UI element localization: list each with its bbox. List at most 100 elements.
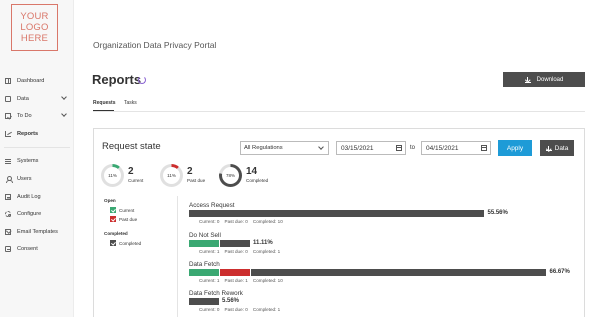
- bar-caption: Current: 0 Past due: 0 Completed: 10: [199, 219, 283, 224]
- user-icon: [5, 176, 13, 183]
- data-export-button[interactable]: Data: [540, 140, 574, 156]
- grid-icon: [5, 78, 11, 84]
- data-export-label: Data: [554, 144, 569, 152]
- completed-count-label: Completed: [246, 178, 269, 183]
- legend-divider: [177, 196, 178, 317]
- current-percent-label: 11%: [108, 173, 117, 178]
- sidebar-item-label: Email Templates: [17, 229, 58, 235]
- sidebar-item-users[interactable]: Users: [0, 171, 74, 187]
- sidebar-item-label: Dashboard: [17, 78, 45, 84]
- tab-divider: [93, 111, 585, 112]
- sidebar-item-todo[interactable]: To Do: [0, 108, 74, 124]
- page-title: Reports: [92, 72, 142, 87]
- bar-category-label: Access Request: [189, 202, 235, 209]
- bar-segment-completed[interactable]: [189, 298, 219, 305]
- legend-past-due-label: Past due: [119, 216, 138, 222]
- sidebar-item-label: Audit Log: [17, 194, 41, 200]
- sidebar-item-label: Users: [17, 176, 32, 182]
- bar-segment-completed[interactable]: [189, 210, 484, 217]
- checkbox-icon: [5, 113, 11, 119]
- past-due-count: 2: [187, 166, 193, 177]
- portal-title: Organization Data Privacy Portal: [93, 40, 217, 50]
- regulation-select-value: All Regulations: [244, 145, 283, 151]
- tab-tasks[interactable]: Tasks: [124, 100, 137, 106]
- legend-current[interactable]: Current: [110, 207, 134, 213]
- bar-caption: Current: 0 Past due: 0 Completed: 1: [199, 307, 281, 312]
- completed-percent-ring: 78%: [219, 164, 242, 187]
- bar-percent-label: 55.56%: [487, 209, 508, 216]
- tab-requests[interactable]: Requests: [93, 100, 116, 106]
- sidebar-item-email-templates[interactable]: Email Templates: [0, 224, 74, 240]
- bars-icon: [5, 158, 11, 164]
- download-icon: [524, 76, 531, 83]
- refresh-icon[interactable]: [138, 76, 146, 84]
- date-to-value: 04/15/2021: [426, 144, 459, 152]
- legend-past-due[interactable]: Past due: [110, 216, 137, 222]
- bar-percent-label: 5.56%: [222, 297, 240, 304]
- sidebar-item-reports[interactable]: Reports: [0, 126, 74, 142]
- legend-open-heading: Open: [104, 198, 116, 203]
- current-count: 2: [128, 166, 134, 177]
- legend-completed-heading: Completed: [104, 231, 128, 236]
- logo-line-2: LOGO: [20, 22, 49, 33]
- sidebar-item-label: To Do: [17, 113, 32, 119]
- doc-icon: [5, 96, 11, 102]
- bar-caption: Current: 1 Past due: 1 Completed: 10: [199, 278, 283, 283]
- chevron-down-icon: [61, 94, 67, 100]
- date-range-to-label: to: [410, 145, 416, 151]
- sidebar-item-data[interactable]: Data: [0, 91, 74, 107]
- sidebar-item-dashboard[interactable]: Dashboard: [0, 73, 74, 89]
- checkbox-checked-icon: [110, 216, 116, 222]
- bar-percent-label: 11.11%: [253, 239, 273, 246]
- sidebar-item-audit-log[interactable]: Audit Log: [0, 189, 74, 205]
- request-state-panel: [93, 128, 585, 317]
- date-from-input[interactable]: 03/15/2021: [336, 141, 406, 155]
- mail-icon: [5, 229, 11, 235]
- bar-segment-current[interactable]: [189, 269, 219, 276]
- chevron-down-icon: [61, 111, 67, 117]
- sidebar-item-label: Configure: [17, 211, 42, 217]
- download-button[interactable]: Download: [503, 72, 585, 87]
- current-percent-ring: 11%: [101, 164, 124, 187]
- completed-percent-label: 78%: [225, 173, 235, 178]
- sidebar-item-consent[interactable]: Consent: [0, 241, 74, 257]
- bar-segment-current[interactable]: [189, 240, 219, 247]
- consent-icon: [5, 246, 11, 252]
- calendar-icon[interactable]: [481, 145, 487, 151]
- bar-segment-past-due[interactable]: [220, 269, 250, 276]
- chart-icon: [5, 131, 11, 137]
- legend-completed-label: Completed: [119, 240, 142, 246]
- date-from-value: 03/15/2021: [341, 144, 374, 152]
- bar-caption: Current: 1 Past due: 0 Completed: 1: [199, 249, 281, 254]
- sidebar-item-label: Reports: [17, 131, 39, 137]
- bar-segment-completed[interactable]: [251, 269, 546, 276]
- sidebar-item-label: Consent: [17, 246, 38, 252]
- sidebar-item-systems[interactable]: Systems: [0, 153, 74, 169]
- logo-line-3: HERE: [20, 33, 49, 44]
- sidebar: YOUR LOGO HERE Dashboard Data To Do Repo…: [0, 0, 74, 317]
- bar-category-label: Do Not Sell: [189, 232, 221, 239]
- sidebar-divider: [4, 147, 70, 148]
- legend-current-label: Current: [119, 207, 135, 213]
- bar-segment-completed[interactable]: [220, 240, 250, 247]
- sidebar-item-label: Systems: [17, 158, 39, 164]
- bar-category-label: Data Fetch Rework: [189, 290, 243, 297]
- legend-completed[interactable]: Completed: [110, 240, 141, 246]
- sidebar-item-configure[interactable]: Configure: [0, 206, 74, 222]
- sidebar-item-label: Data: [17, 96, 29, 102]
- download-label: Download: [536, 76, 564, 83]
- date-to-input[interactable]: 04/15/2021: [421, 141, 491, 155]
- panel-title: Request state: [102, 141, 161, 152]
- regulation-select[interactable]: All Regulations: [240, 141, 329, 155]
- current-count-label: Current: [128, 178, 144, 183]
- company-logo: YOUR LOGO HERE: [11, 4, 58, 51]
- logo-line-1: YOUR: [20, 11, 49, 22]
- chevron-down-icon: [318, 144, 324, 150]
- apply-button[interactable]: Apply: [498, 140, 532, 156]
- calendar-icon[interactable]: [396, 145, 402, 151]
- bar-category-label: Data Fetch: [189, 261, 220, 268]
- list-icon: [5, 194, 11, 200]
- checkbox-checked-icon: [110, 240, 116, 246]
- past-due-percent-label: 11%: [167, 173, 176, 178]
- checkbox-checked-icon: [110, 207, 116, 213]
